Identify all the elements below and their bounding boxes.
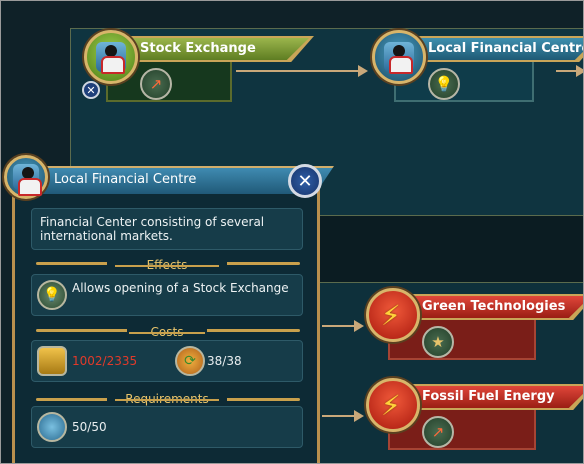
effect-row: Allows opening of a Stock Exchange (31, 274, 303, 316)
tech-orb: ⚡ (366, 288, 420, 342)
tech-orb (84, 30, 138, 84)
chart-up-icon: ↗ (422, 416, 454, 448)
popup-tech-orb (4, 155, 48, 199)
tech-node-green-technologies[interactable]: Green Technologies ⚡ ★ (366, 288, 584, 368)
lightning-icon: ⚡ (381, 389, 401, 422)
requirement-value: 50/50 (72, 420, 107, 434)
lightbulb-icon: 💡 (37, 280, 67, 310)
popup-description: Financial Center consisting of several i… (31, 208, 303, 250)
cycle-icon: ⟳ (175, 346, 205, 376)
requirements-title: Requirements (107, 392, 227, 406)
cost-money: 1002/2335 (72, 354, 138, 368)
close-icon[interactable]: ✕ (82, 81, 100, 99)
globe-hand-icon (37, 412, 67, 442)
tech-node-fossil-fuel-energy[interactable]: Fossil Fuel Energy ⚡ ↗ (366, 378, 584, 458)
popup-close-button[interactable]: ✕ (288, 164, 322, 198)
tech-node-stock-exchange[interactable]: Stock Exchange ↗ (84, 30, 324, 110)
star-medal-icon: ★ (422, 326, 454, 358)
tech-name: Green Technologies (406, 296, 584, 318)
tech-name: Stock Exchange (124, 38, 309, 60)
tech-orb (372, 30, 426, 84)
tech-name: Local Financial Centre (412, 38, 584, 60)
lightbulb-icon: 💡 (428, 68, 460, 100)
effects-title: Effects (107, 258, 227, 272)
costs-title: Costs (127, 325, 207, 339)
connector-arrow (322, 410, 364, 422)
connector-arrow (322, 320, 364, 332)
tech-name: Fossil Fuel Energy (406, 386, 584, 408)
tech-orb: ⚡ (366, 378, 420, 432)
cost-cycle: 38/38 (207, 354, 242, 368)
effect-text: Allows opening of a Stock Exchange (72, 281, 289, 295)
banker-icon (384, 42, 414, 74)
chart-up-icon: ↗ (140, 68, 172, 100)
banker-icon (96, 42, 126, 74)
lightning-icon: ⚡ (381, 299, 401, 332)
banker-icon (13, 164, 42, 196)
gold-bars-icon (37, 346, 67, 376)
popup-title: Local Financial Centre (54, 172, 197, 187)
tech-node-local-financial-centre[interactable]: Local Financial Centre 💡 (372, 30, 584, 110)
